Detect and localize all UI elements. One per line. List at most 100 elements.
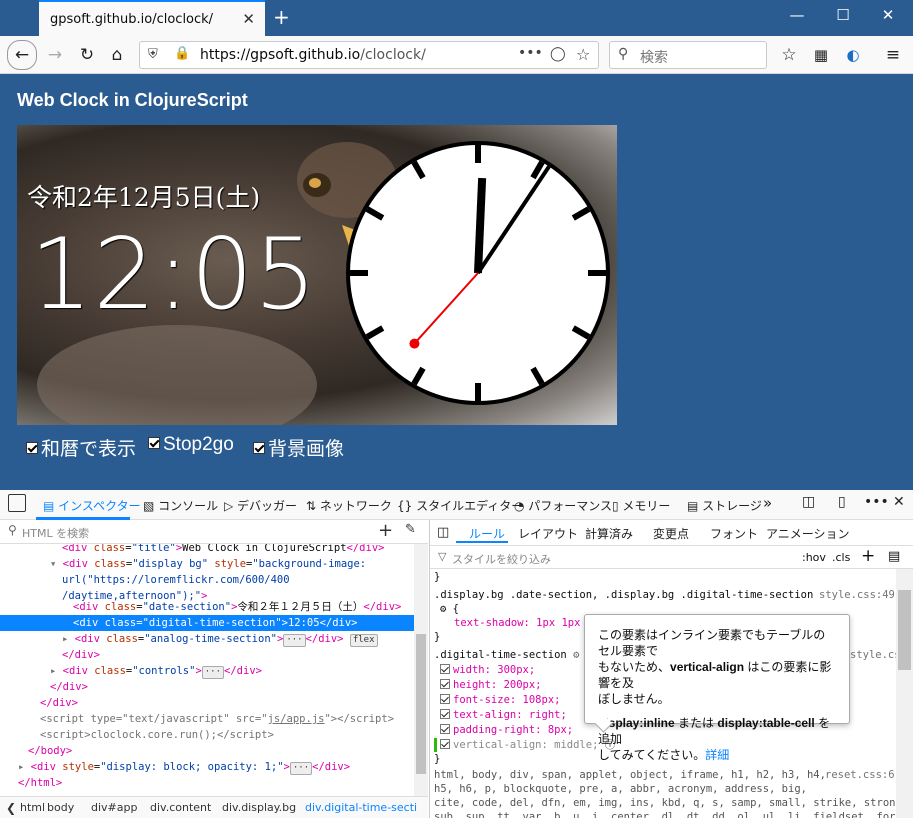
- wareki-checkbox[interactable]: [26, 442, 38, 454]
- close-devtools-icon[interactable]: ✕: [893, 494, 905, 510]
- cls-button[interactable]: .cls: [832, 551, 850, 564]
- active-rules-tab-indicator: [456, 541, 508, 543]
- tab-animations[interactable]: アニメーション: [766, 525, 850, 542]
- tab-inspector[interactable]: ▤ インスペクター: [43, 497, 141, 514]
- background-image-checkbox[interactable]: [253, 442, 265, 454]
- rule-declaration[interactable]: text-shadow: 1px 1px 1px: [454, 616, 606, 630]
- responsive-design-icon[interactable]: ▯: [838, 494, 846, 510]
- shield-icon[interactable]: ⛨: [148, 47, 158, 62]
- markup-line[interactable]: ▸ <div style="display: block; opacity: 1…: [18, 759, 350, 775]
- window-close-icon[interactable]: ✕: [873, 6, 903, 24]
- declaration[interactable]: height: 200px;: [440, 678, 542, 692]
- reset-selector: h5, h6, p, blockquote, pre, a, abbr, acr…: [434, 783, 807, 795]
- rule-source-link[interactable]: style.css:49: [819, 588, 895, 602]
- html-search[interactable]: ⚲ HTML を検索 + ✎: [0, 520, 428, 544]
- wareki-toggle[interactable]: 和暦で表示: [26, 434, 136, 461]
- breadcrumb-item-current[interactable]: div.digital-time-secti: [305, 801, 417, 814]
- learn-more-link[interactable]: 詳細: [705, 748, 729, 762]
- rules-scrollbar-thumb[interactable]: [898, 590, 911, 670]
- declaration-inactive[interactable]: vertical-align: middle; ⓘ: [434, 738, 615, 752]
- bookmark-star-icon[interactable]: ☆: [576, 45, 590, 64]
- maximize-icon[interactable]: ☐: [828, 6, 858, 24]
- tab-memory[interactable]: ▯ メモリー: [612, 497, 670, 514]
- reload-icon[interactable]: ↻: [74, 44, 100, 68]
- declaration[interactable]: padding-right: 8px;: [440, 723, 573, 737]
- hour-hand: [474, 177, 487, 274]
- add-node-icon[interactable]: +: [378, 520, 393, 541]
- stop2go-checkbox[interactable]: [148, 437, 160, 449]
- style-filter[interactable]: ▽ スタイルを絞り込み :hov .cls + ▤: [430, 545, 913, 569]
- breadcrumb-item[interactable]: div.display.bg: [222, 801, 296, 814]
- hov-button[interactable]: :hov: [802, 551, 826, 564]
- tab-changes[interactable]: 変更点: [653, 525, 689, 542]
- declaration[interactable]: font-size: 108px;: [440, 693, 560, 707]
- declaration[interactable]: text-align: right;: [440, 708, 567, 722]
- toggle-sidebar-icon[interactable]: ◫: [437, 525, 449, 540]
- minimize-icon[interactable]: —: [782, 6, 812, 24]
- tab-computed[interactable]: 計算済み: [585, 525, 633, 542]
- background-image-toggle[interactable]: 背景画像: [253, 434, 344, 461]
- markup-line[interactable]: <div class="title">Web Clock in ClojureS…: [62, 544, 384, 556]
- rule-source-link[interactable]: reset.css:6: [825, 768, 895, 782]
- markup-line[interactable]: ▸ <div class="controls"> ··· </div>: [50, 663, 262, 679]
- breadcrumb-item[interactable]: body: [47, 801, 74, 814]
- tab-performance[interactable]: ◔ パフォーマンス: [514, 497, 612, 514]
- search-bar[interactable]: ⚲ 検索: [609, 41, 767, 69]
- markup-line[interactable]: ▾ <div class="display bg" style="backgro…: [50, 556, 366, 572]
- library-icon[interactable]: ☆: [776, 44, 802, 68]
- close-tab-icon[interactable]: ✕: [242, 10, 255, 28]
- tab-style-editor[interactable]: {} スタイルエディター: [397, 497, 523, 514]
- menu-icon[interactable]: ≡: [880, 44, 906, 68]
- rule-source-link[interactable]: style.css:40: [850, 648, 896, 662]
- markup-scrollbar-thumb[interactable]: [416, 634, 426, 774]
- page-actions-icon[interactable]: •••: [518, 45, 543, 61]
- forward-button[interactable]: →: [42, 44, 68, 68]
- markup-line[interactable]: <script type="text/javascript" src="js/a…: [40, 711, 394, 727]
- tab-console[interactable]: ▧ コンソール: [143, 497, 218, 514]
- markup-line[interactable]: <div class="date-section">令和２年１２月５日（土）</…: [73, 599, 401, 615]
- stop2go-toggle[interactable]: Stop2go: [148, 434, 234, 456]
- breadcrumb-prev-icon[interactable]: ❮: [6, 801, 16, 815]
- tab-storage[interactable]: ▤ ストレージ: [687, 497, 762, 514]
- url-bar[interactable]: ⛨ 🔒 https://gpsoft.github.io/cloclock/ •…: [139, 41, 599, 69]
- tab-layout[interactable]: レイアウト: [518, 525, 578, 542]
- breadcrumb-item[interactable]: html: [20, 801, 45, 814]
- reset-selector[interactable]: html, body, div, span, applet, object, i…: [434, 768, 826, 782]
- back-button[interactable]: ←: [7, 40, 37, 70]
- element-picker-icon[interactable]: [8, 494, 26, 512]
- markup-line[interactable]: </body>: [28, 743, 72, 759]
- eyedropper-icon[interactable]: ✎: [405, 522, 416, 537]
- markup-line[interactable]: </div>: [62, 647, 100, 663]
- new-tab-button[interactable]: +: [273, 5, 290, 29]
- markup-line[interactable]: <script>cloclock.core.run();</script>: [40, 727, 274, 743]
- markup-line[interactable]: </div>: [40, 695, 78, 711]
- rule-selector[interactable]: .digital-time-section ⚙: [434, 648, 579, 662]
- pocket-icon[interactable]: ◯: [550, 46, 566, 62]
- rule-close-brace: }: [434, 631, 441, 643]
- devtools-menu-icon[interactable]: •••: [864, 494, 889, 510]
- tab-network[interactable]: ⇅ ネットワーク: [306, 497, 392, 514]
- add-rule-icon[interactable]: +: [861, 546, 875, 566]
- browser-tab[interactable]: gpsoft.github.io/cloclock/ ✕: [39, 0, 265, 36]
- tab-debugger[interactable]: ▷ デバッガー: [224, 497, 297, 514]
- url-text[interactable]: https://gpsoft.github.io/cloclock/: [200, 47, 426, 63]
- declaration[interactable]: width: 300px;: [440, 663, 535, 677]
- lock-icon[interactable]: 🔒: [174, 46, 190, 61]
- markup-line[interactable]: url("https://loremflickr.com/600/400: [62, 572, 290, 588]
- breadcrumb-item[interactable]: div#app: [91, 801, 137, 814]
- inactive-css-tooltip: この要素はインライン要素でもテーブルのセル要素で もないため、vertical-…: [584, 614, 850, 762]
- markup-line[interactable]: </div>: [50, 679, 88, 695]
- more-tabs-icon[interactable]: »: [763, 494, 772, 512]
- tab-rules[interactable]: ルール: [469, 525, 505, 542]
- markup-line[interactable]: </html>: [18, 775, 62, 791]
- tab-fonts[interactable]: フォント: [710, 525, 758, 542]
- print-simulation-icon[interactable]: ▤: [888, 549, 900, 564]
- markup-line[interactable]: ▸ <div class="analog-time-section"> ··· </…: [62, 631, 378, 647]
- breadcrumb-item[interactable]: div.content: [150, 801, 211, 814]
- selected-markup-line[interactable]: <div class="digital-time-section">12:05<…: [0, 615, 414, 631]
- home-icon[interactable]: ⌂: [104, 44, 130, 68]
- rule-selector[interactable]: .display.bg .date-section, .display.bg .…: [434, 588, 813, 602]
- split-console-icon[interactable]: ◫: [802, 494, 815, 510]
- extension-icon[interactable]: ◐: [840, 44, 866, 68]
- extensions-icon[interactable]: ▦: [808, 44, 834, 68]
